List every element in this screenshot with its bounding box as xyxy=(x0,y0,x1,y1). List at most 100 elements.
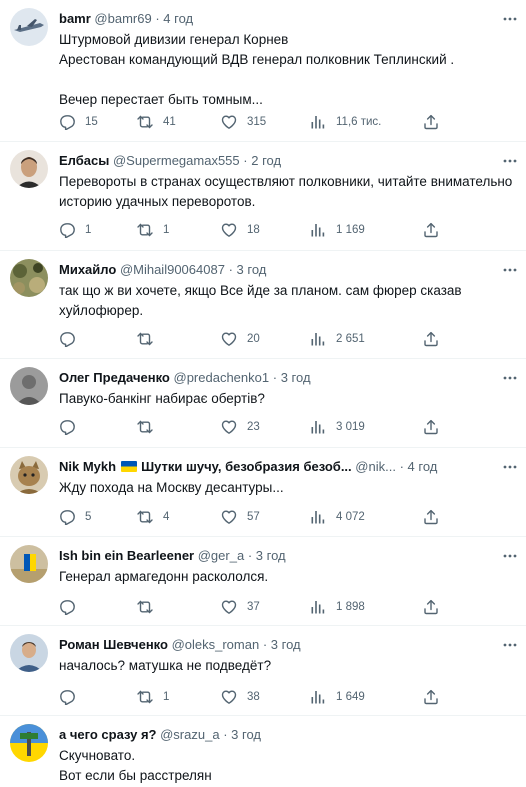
timestamp[interactable]: 3 год xyxy=(271,637,301,652)
views-icon xyxy=(311,333,325,346)
more-icon[interactable] xyxy=(502,11,518,27)
author-handle[interactable]: @nik... xyxy=(355,459,396,474)
like-count: 315 xyxy=(247,116,267,128)
tweet[interactable]: Ish bin ein Bearleener @ger_a · 3 год Ге… xyxy=(0,537,526,626)
retweet-icon xyxy=(137,600,153,614)
tweet[interactable]: Михайло @Mihail90064087 · 3 год так що ж… xyxy=(0,251,526,359)
tweet-header: Михайло @Mihail90064087 · 3 год xyxy=(59,260,496,279)
tweet-text: Генерал армагедонн раскололся. xyxy=(59,569,269,584)
like-count: 18 xyxy=(247,224,260,236)
tweet-header: Nik Mykh Шутки шучу, безобразия безоб... … xyxy=(59,457,496,476)
like-icon xyxy=(221,690,237,704)
author-handle[interactable]: @oleks_roman xyxy=(172,637,260,652)
tweet-text: Штурмовой дивизии генерал Корнев Арестов… xyxy=(59,32,455,107)
views-icon xyxy=(311,421,325,434)
separator: · xyxy=(262,637,268,652)
separator: · xyxy=(247,548,253,563)
like-count: 57 xyxy=(247,511,260,523)
like-icon xyxy=(221,420,237,434)
separator: · xyxy=(272,370,278,385)
author-handle[interactable]: @Mihail90064087 xyxy=(120,262,225,277)
tweet-actions: 37 1 898 xyxy=(59,597,445,617)
tweet-text: Скучновато. Вот если бы расстрелян xyxy=(59,748,212,783)
author-name-suffix[interactable]: Шутки шучу, безобразия безоб... xyxy=(141,459,352,474)
tweet-header: Олег Предаченко @predachenko1 · 3 год xyxy=(59,368,496,387)
views-icon xyxy=(311,601,325,614)
author-name[interactable]: bamr xyxy=(59,11,91,26)
reply-icon xyxy=(60,600,75,615)
tweet[interactable]: Елбасы @Supermegamax555 · 2 год Переворо… xyxy=(0,142,526,251)
author-name[interactable]: Роман Шевченко xyxy=(59,637,168,652)
tweet-text: Жду похода на Москву десантуры... xyxy=(59,480,284,495)
cat-avatar[interactable] xyxy=(10,456,48,494)
retweet-count: 41 xyxy=(163,116,176,128)
sign-avatar[interactable] xyxy=(10,724,48,762)
tweet-header: Ish bin ein Bearleener @ger_a · 3 год xyxy=(59,546,496,565)
tweet-text: началось? матушка не подведёт? xyxy=(59,658,272,673)
tweet-header: bamr @bamr69 · 4 год xyxy=(59,9,496,28)
tweet-actions: 23 3 019 xyxy=(59,417,445,437)
tweet-actions: 1 1 18 1 169 xyxy=(59,220,445,240)
separator: · xyxy=(243,153,248,168)
more-icon[interactable] xyxy=(502,370,518,386)
tweet[interactable]: bamr @bamr69 · 4 год Штурмовой дивизии г… xyxy=(0,0,526,142)
man-avatar[interactable] xyxy=(10,150,48,188)
author-name[interactable]: Олег Предаченко xyxy=(59,370,170,385)
share-icon xyxy=(424,509,438,525)
author-name[interactable]: Ish bin ein Bearleener xyxy=(59,548,194,563)
ukraine-flag-icon xyxy=(121,461,138,472)
author-name[interactable]: Елбасы xyxy=(59,153,109,168)
timestamp[interactable]: 3 год xyxy=(281,370,311,385)
views-count: 2 651 xyxy=(336,333,365,345)
more-icon[interactable] xyxy=(502,153,518,169)
jet-avatar[interactable] xyxy=(10,8,48,46)
tweet-text: Павуко-банкінг набирає обертів? xyxy=(59,391,265,406)
timestamp[interactable]: 3 год xyxy=(256,548,286,563)
tweet-header: Роман Шевченко @oleks_roman · 3 год xyxy=(59,635,496,654)
tweet-text: так що ж ви хочете, якщо Все йде за план… xyxy=(59,283,462,318)
reply-icon xyxy=(60,223,75,238)
author-name[interactable]: а чего сразу я? xyxy=(59,727,156,742)
beach-avatar[interactable] xyxy=(10,545,48,583)
views-count: 3 019 xyxy=(336,421,365,433)
author-handle[interactable]: @ger_a xyxy=(198,548,244,563)
like-icon xyxy=(221,600,237,614)
tweet-text: Перевороты в странах осуществляют полков… xyxy=(59,174,513,209)
tweet[interactable]: Nik Mykh Шутки шучу, безобразия безоб... … xyxy=(0,448,526,537)
timestamp[interactable]: 3 год xyxy=(237,262,267,277)
grey-avatar[interactable] xyxy=(10,367,48,405)
like-count: 20 xyxy=(247,333,260,345)
reply-icon xyxy=(60,332,75,347)
tweet[interactable]: Олег Предаченко @predachenko1 · 3 год Па… xyxy=(0,359,526,448)
more-icon[interactable] xyxy=(502,262,518,278)
reply-icon xyxy=(60,115,75,130)
tweet-actions: 15 41 315 11,6 тис. xyxy=(59,112,445,132)
author-handle[interactable]: @predachenko1 xyxy=(174,370,270,385)
views-count: 1 898 xyxy=(336,601,365,613)
tweet[interactable]: Роман Шевченко @oleks_roman · 3 год нача… xyxy=(0,626,526,716)
reply-icon xyxy=(60,420,75,435)
tweet-actions: 20 2 651 xyxy=(59,329,445,349)
like-count: 37 xyxy=(247,601,260,613)
timestamp[interactable]: 4 год xyxy=(408,459,438,474)
retweet-icon xyxy=(137,510,153,524)
man2-avatar[interactable] xyxy=(10,634,48,672)
timestamp[interactable]: 3 год xyxy=(231,727,261,742)
camo-avatar[interactable] xyxy=(10,259,48,297)
author-name[interactable]: Михайло xyxy=(59,262,116,277)
reply-count: 15 xyxy=(85,116,98,128)
author-name[interactable]: Nik Mykh xyxy=(59,459,116,474)
timestamp[interactable]: 4 год xyxy=(163,11,193,26)
more-icon[interactable] xyxy=(502,548,518,564)
more-icon[interactable] xyxy=(502,637,518,653)
reply-count: 5 xyxy=(85,511,92,523)
tweet-header: Елбасы @Supermegamax555 · 2 год xyxy=(59,151,496,170)
author-handle[interactable]: @bamr69 xyxy=(94,11,151,26)
timestamp[interactable]: 2 год xyxy=(251,153,281,168)
author-handle[interactable]: @srazu_a xyxy=(160,727,219,742)
more-icon[interactable] xyxy=(502,459,518,475)
author-handle[interactable]: @Supermegamax555 xyxy=(113,153,240,168)
tweet-header: а чего сразу я? @srazu_a · 3 год xyxy=(59,725,496,744)
tweet[interactable]: а чего сразу я? @srazu_a · 3 год Скучнов… xyxy=(0,716,526,787)
separator: · xyxy=(399,459,404,474)
